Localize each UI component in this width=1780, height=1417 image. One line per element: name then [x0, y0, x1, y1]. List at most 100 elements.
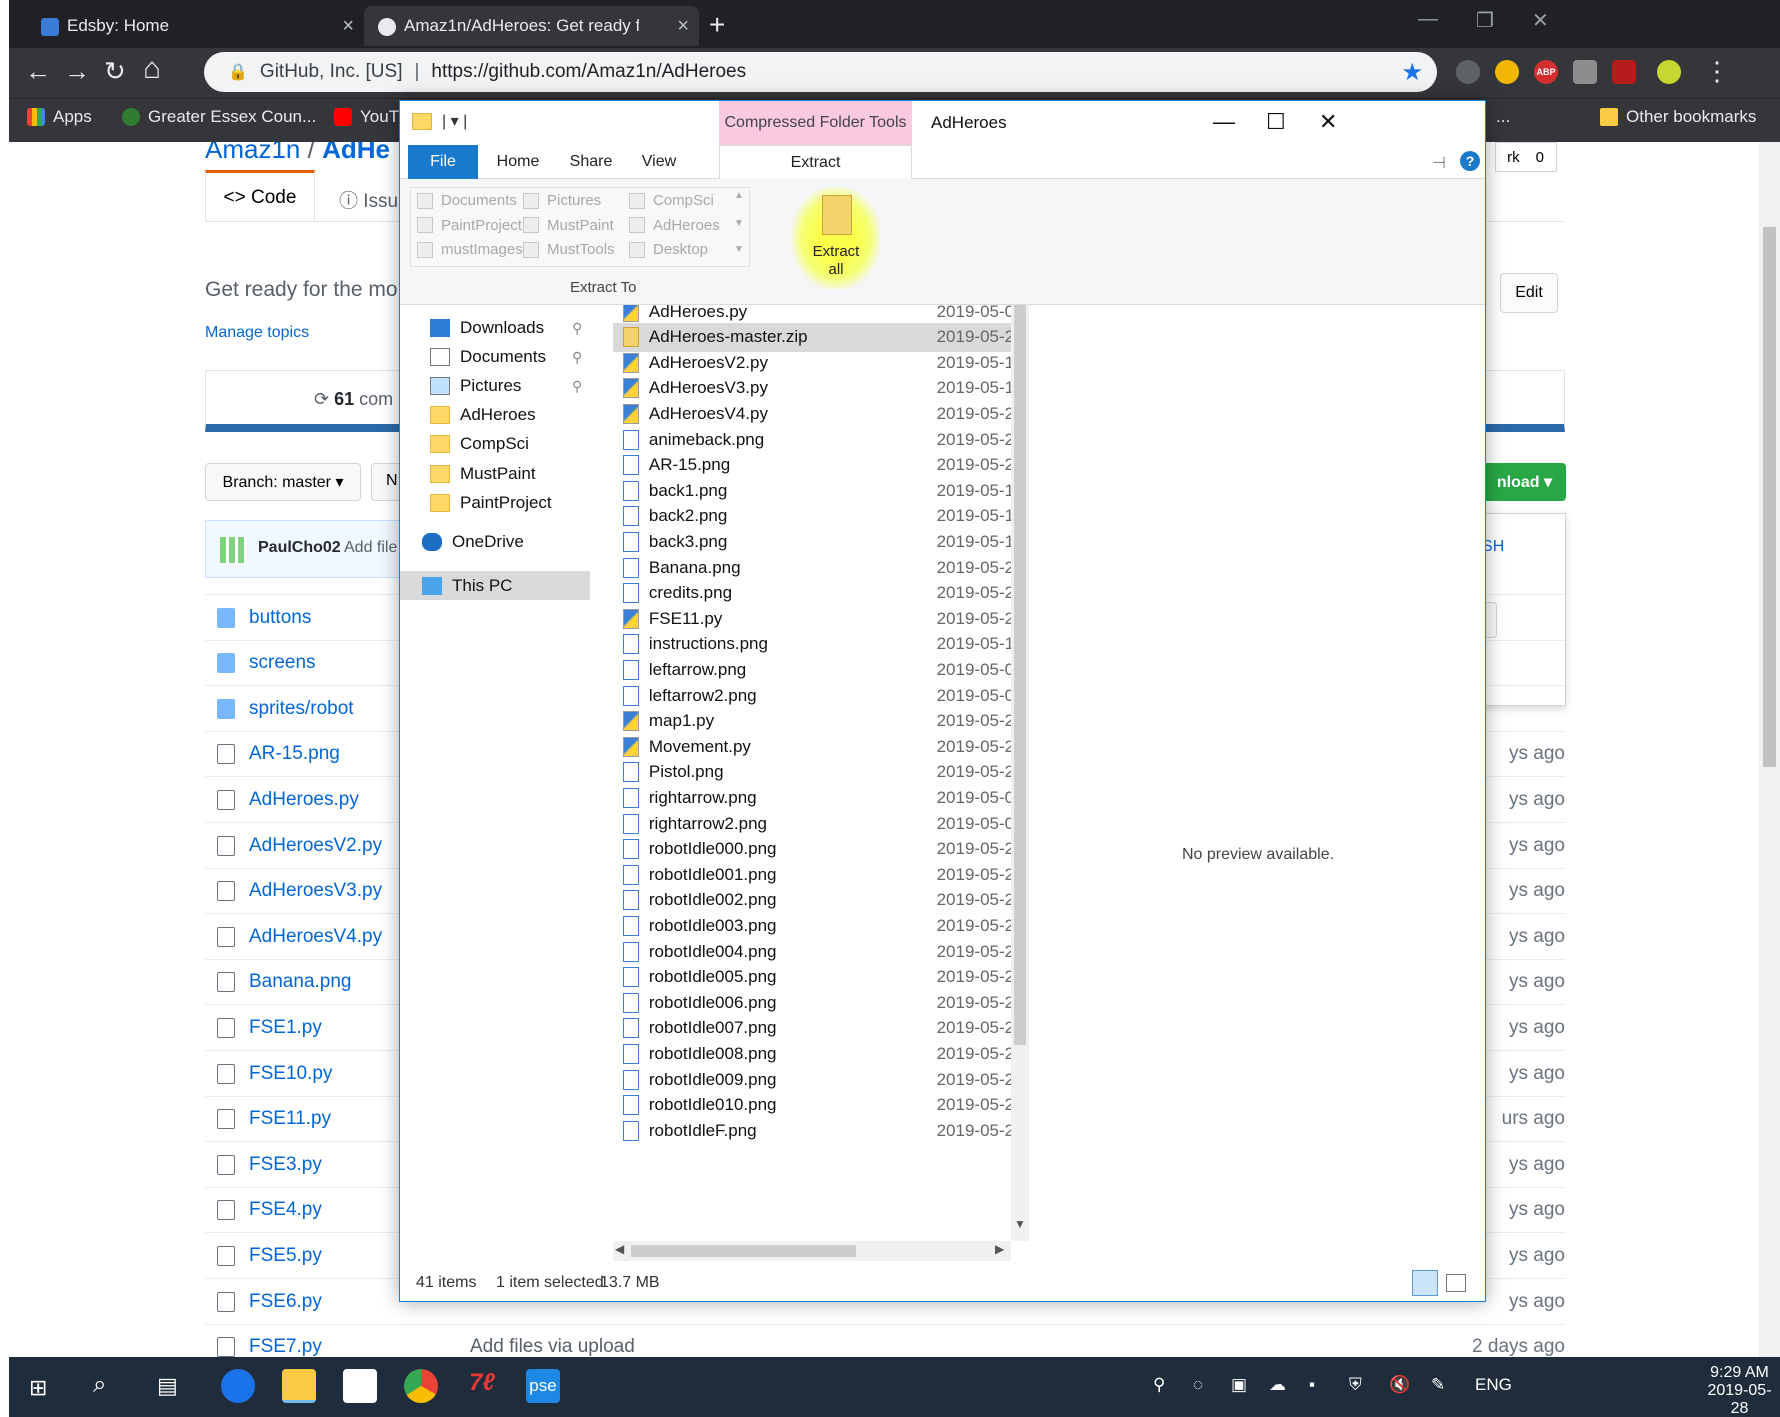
file-name-link[interactable]: FSE11.py — [249, 1108, 331, 1130]
destination-item[interactable]: Documents — [417, 192, 517, 209]
nav-item-compsci[interactable]: CompSci — [430, 434, 529, 454]
file-name-link[interactable]: screens — [249, 652, 316, 674]
file-row[interactable]: robotIdleF.png 2019-05-2 — [613, 1116, 1011, 1145]
bookmark-star-icon[interactable]: ★ — [1401, 58, 1423, 87]
destination-item[interactable]: mustImages — [417, 241, 523, 258]
scrollbar-thumb[interactable] — [631, 1245, 856, 1257]
repo-owner-link[interactable]: Amaz1n — [205, 142, 300, 164]
tab-edsby[interactable]: Edsby: Home × — [27, 6, 364, 46]
commits-link[interactable]: ⟳ 61 com — [314, 389, 393, 410]
nav-item-mustpaint[interactable]: MustPaint — [430, 464, 536, 484]
vertical-scrollbar[interactable]: ▼ — [1011, 305, 1029, 1241]
new-tab-button[interactable]: + — [709, 9, 725, 41]
forward-button[interactable]: → — [64, 56, 90, 87]
edge-icon[interactable] — [221, 1369, 255, 1403]
tab-github[interactable]: Amaz1n/AdHeroes: Get ready for × — [364, 6, 699, 46]
pin-icon[interactable]: ⚲ — [572, 378, 582, 395]
bookmark-apps[interactable]: Apps — [27, 107, 92, 127]
scrollbar-thumb[interactable] — [1763, 227, 1776, 767]
horizontal-scrollbar[interactable]: ◀ ▶ — [613, 1241, 1011, 1261]
close-button[interactable]: ✕ — [1319, 109, 1337, 135]
pin-icon[interactable]: ⚲ — [572, 349, 582, 366]
destination-item[interactable]: CompSci — [629, 192, 714, 209]
extract-all-button[interactable]: Extract all — [792, 187, 880, 289]
close-tab-icon[interactable]: × — [342, 15, 354, 38]
file-name-link[interactable]: AdHeroesV3.py — [249, 880, 382, 902]
quick-access-toolbar-icon[interactable]: | ▾ | — [442, 111, 467, 131]
extension-circle-icon[interactable] — [1495, 60, 1519, 84]
bookmark-youtube[interactable]: YouT — [334, 107, 404, 127]
file-name-link[interactable]: AR-15.png — [249, 743, 340, 765]
search-icon[interactable]: ⌕ — [93, 1371, 106, 1399]
tray-app-icon[interactable]: ▣ — [1231, 1375, 1247, 1395]
manage-topics-link[interactable]: Manage topics — [205, 324, 309, 342]
profile-avatar[interactable] — [1657, 60, 1681, 84]
nav-item-documents[interactable]: Documents ⚲ — [430, 347, 582, 367]
file-name-link[interactable]: FSE3.py — [249, 1154, 322, 1176]
maximize-button[interactable]: ☐ — [1266, 109, 1286, 135]
fork-counter[interactable]: rk 0 — [1495, 142, 1557, 172]
adblock-plus-icon[interactable]: ABP — [1534, 60, 1558, 84]
commit-author[interactable]: PaulCho02 — [258, 539, 341, 557]
file-name-link[interactable]: FSE6.py — [249, 1291, 322, 1313]
scrollbar-thumb[interactable] — [1014, 305, 1026, 1045]
file-name-link[interactable]: AdHeroes.py — [249, 789, 359, 811]
details-view-icon[interactable] — [1412, 1270, 1438, 1296]
bookmark-truncated[interactable]: ... — [1496, 107, 1510, 127]
address-bar[interactable]: 🔒 GitHub, Inc. [US] | https://github.com… — [204, 52, 1437, 92]
destination-item[interactable]: AdHeroes — [629, 217, 720, 234]
page-scrollbar[interactable] — [1759, 142, 1780, 1357]
mail-icon[interactable] — [343, 1369, 377, 1403]
file-explorer-icon[interactable] — [282, 1369, 316, 1403]
tab-view[interactable]: View — [626, 145, 692, 179]
windows-start-icon[interactable]: ⊞ — [29, 1375, 47, 1401]
scroll-down-icon[interactable]: ▼ — [734, 218, 744, 229]
large-icons-view-icon[interactable] — [1446, 1274, 1466, 1292]
bookmark-greater-essex[interactable]: Greater Essex Coun... — [122, 107, 316, 127]
destination-item[interactable]: MustTools — [523, 241, 615, 258]
app-red-icon[interactable]: 7ℓ — [465, 1369, 499, 1403]
chrome-menu-icon[interactable]: ⋮ — [1704, 56, 1730, 87]
bookmark-other[interactable]: Other bookmarks — [1600, 107, 1756, 127]
minimize-button[interactable]: — — [1213, 109, 1235, 135]
scroll-down-icon[interactable]: ▼ — [1014, 1217, 1026, 1231]
extension-bulb-icon[interactable] — [1456, 60, 1480, 84]
security-icon[interactable]: ⛨ — [1349, 1375, 1362, 1395]
destination-item[interactable]: MustPaint — [523, 217, 614, 234]
close-window-button[interactable]: ✕ — [1532, 8, 1549, 33]
minimize-button[interactable]: — — [1418, 8, 1438, 31]
destination-item[interactable]: Desktop — [629, 241, 708, 258]
reload-button[interactable]: ↻ — [104, 56, 126, 87]
file-name-link[interactable]: sprites/robot — [249, 698, 354, 720]
file-name-link[interactable]: AdHeroesV2.py — [249, 835, 382, 857]
expand-icon[interactable]: ▼ — [734, 244, 744, 255]
table-row[interactable]: FSE7.py 2 days ago Add files via upload — [205, 1323, 1565, 1357]
url-text[interactable]: https://github.com/Amaz1n/AdHeroes — [431, 61, 746, 83]
pdf-extension-icon[interactable] — [1612, 60, 1636, 84]
tab-code[interactable]: <> Code — [205, 170, 315, 222]
tray-icon[interactable]: ▪ — [1309, 1375, 1315, 1395]
chrome-icon[interactable] — [404, 1369, 438, 1403]
pin-ribbon-icon[interactable]: ⊣ — [1432, 153, 1446, 173]
file-name-link[interactable]: FSE4.py — [249, 1199, 322, 1221]
people-icon[interactable]: ⚲ — [1153, 1375, 1165, 1395]
tab-file[interactable]: File — [408, 145, 478, 179]
nav-item-paintproject[interactable]: PaintProject — [430, 493, 552, 513]
nav-item-onedrive[interactable]: OneDrive — [422, 532, 524, 552]
file-name-link[interactable]: AdHeroesV4.py — [249, 926, 382, 948]
tab-share[interactable]: Share — [556, 145, 626, 179]
tab-home[interactable]: Home — [480, 145, 556, 179]
clock[interactable]: 9:29 AM 2019-05-28 — [1699, 1364, 1780, 1417]
restore-button[interactable]: ❐ — [1476, 8, 1494, 33]
file-name-link[interactable]: FSE7.py — [249, 1336, 322, 1357]
extension-a-icon[interactable] — [1573, 60, 1597, 84]
nav-item-downloads[interactable]: Downloads ⚲ — [430, 318, 582, 338]
destination-item[interactable]: Pictures — [523, 192, 601, 209]
scroll-up-icon[interactable]: ▲ — [734, 190, 744, 201]
volume-muted-icon[interactable]: 🔇 — [1389, 1375, 1410, 1395]
edit-button[interactable]: Edit — [1500, 273, 1558, 313]
tab-extract[interactable]: Extract — [719, 145, 912, 180]
home-button[interactable]: ⌂ — [143, 52, 161, 86]
destination-item[interactable]: PaintProject — [417, 217, 522, 234]
file-name-link[interactable]: Banana.png — [249, 971, 352, 993]
